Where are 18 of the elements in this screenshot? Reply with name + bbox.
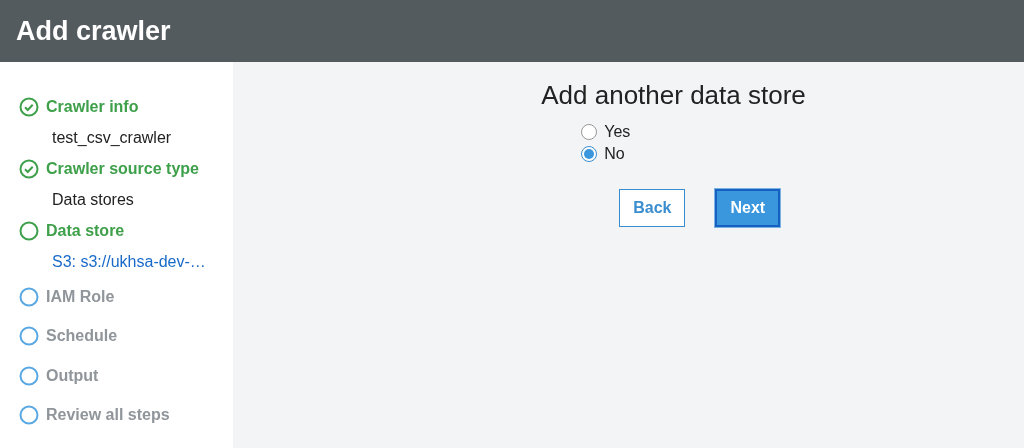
radio-button[interactable] bbox=[581, 124, 598, 140]
step-label[interactable]: Data store bbox=[46, 221, 125, 240]
radio-option[interactable]: Yes bbox=[581, 123, 806, 141]
step-label[interactable]: Crawler source type bbox=[46, 159, 199, 178]
next-button[interactable]: Next bbox=[715, 189, 781, 227]
step-link[interactable]: S3: s3://ukhsa-dev-… bbox=[52, 252, 206, 271]
step-label: Output bbox=[46, 366, 99, 385]
section-heading: Add another data store bbox=[541, 80, 806, 111]
page-title: Add crawler bbox=[16, 15, 171, 47]
radio-option[interactable]: No bbox=[581, 145, 806, 163]
step-detail: Data stores bbox=[52, 190, 134, 209]
back-button[interactable]: Back bbox=[619, 189, 686, 227]
step-label: Review all steps bbox=[46, 406, 170, 425]
step-label: IAM Role bbox=[46, 287, 115, 306]
step-detail: test_csv_crawler bbox=[52, 128, 172, 147]
radio-button[interactable] bbox=[581, 146, 598, 162]
step-label: Schedule bbox=[46, 327, 118, 346]
step-label[interactable]: Crawler info bbox=[46, 97, 139, 116]
